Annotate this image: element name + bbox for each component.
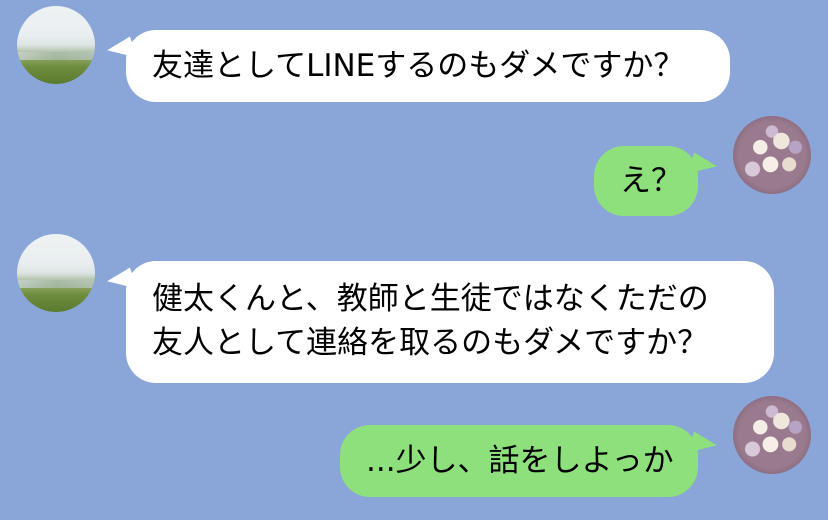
my-avatar[interactable]	[733, 396, 811, 474]
contact-avatar[interactable]	[17, 6, 95, 84]
message-bubble-incoming[interactable]: 友達としてLINEするのもダメですか？	[126, 30, 730, 102]
chat-view: 友達としてLINEするのもダメですか？ え？ 健太くんと、教師と生徒ではなくただ…	[0, 0, 828, 520]
message-bubble-outgoing[interactable]: え？	[594, 146, 698, 216]
message-text: え？	[620, 163, 682, 199]
message-bubble-incoming[interactable]: 健太くんと、教師と生徒ではなくただの 友人として連絡を取るのもダメですか？	[126, 261, 774, 383]
contact-avatar[interactable]	[17, 234, 95, 312]
message-text-line: 友人として連絡を取るのもダメですか？	[152, 325, 709, 361]
message-text: ...少し、話をしよっか	[366, 443, 674, 479]
message-bubble-outgoing[interactable]: ...少し、話をしよっか	[340, 425, 698, 497]
message-text-line: 健太くんと、教師と生徒ではなくただの	[152, 281, 709, 317]
message-text: 友達としてLINEするのもダメですか？	[152, 48, 685, 84]
my-avatar[interactable]	[733, 116, 811, 194]
